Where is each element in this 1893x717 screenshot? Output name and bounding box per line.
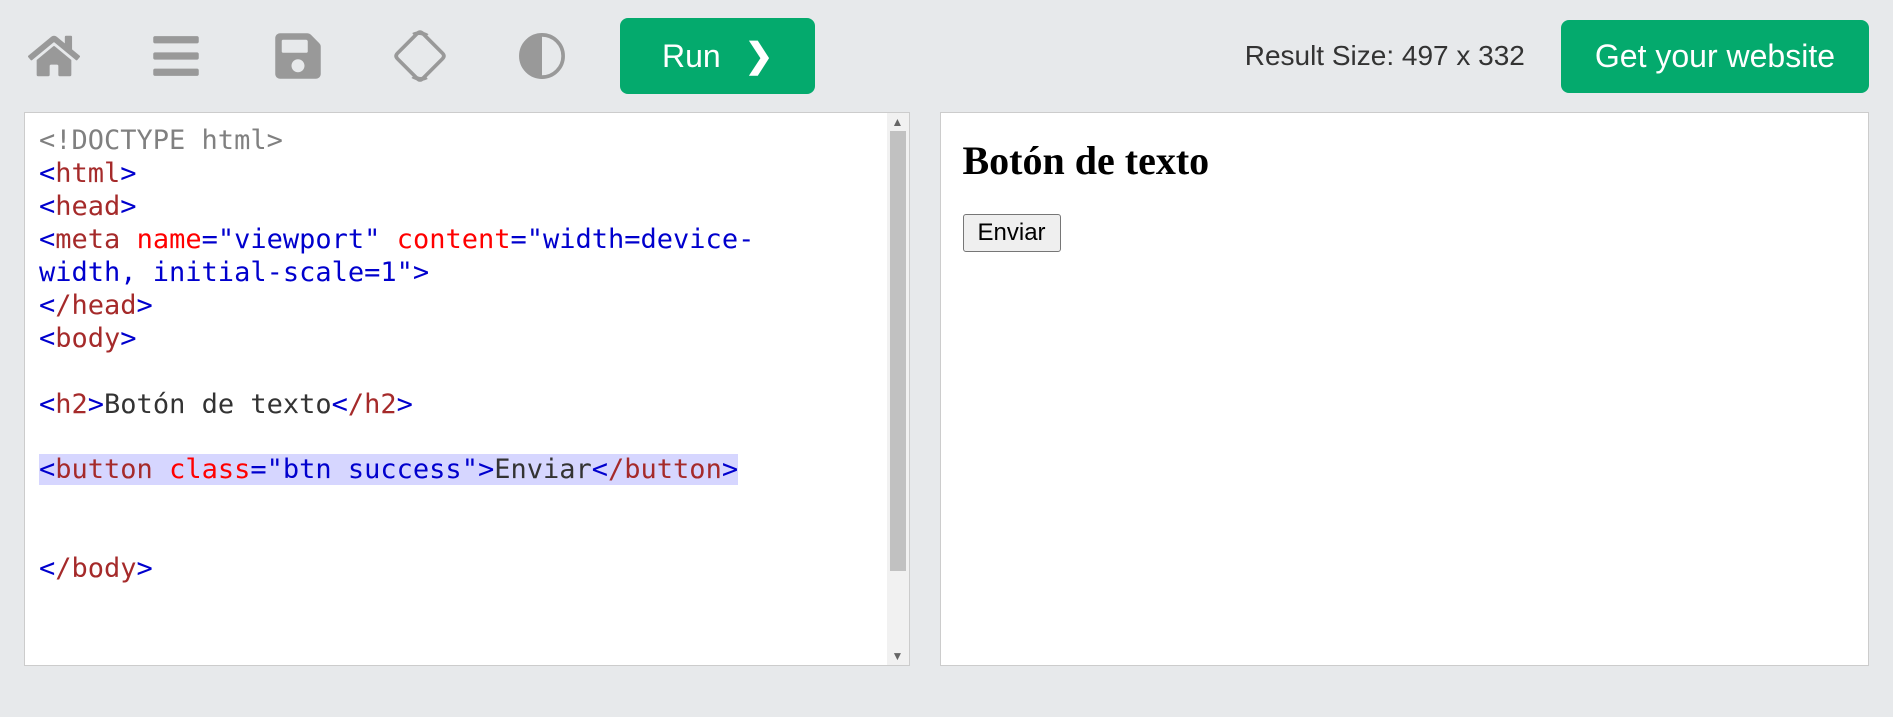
result-size-label: Result Size: 497 x 332: [1245, 40, 1525, 72]
editor-panel: <!DOCTYPE html> <html> <head> <meta name…: [24, 112, 910, 666]
scrollbar-up-icon[interactable]: ▲: [887, 113, 909, 131]
menu-icon[interactable]: [146, 26, 206, 86]
scrollbar-thumb[interactable]: [890, 131, 906, 571]
toolbar: Run ❯ Result Size: 497 x 332 Get your we…: [0, 0, 1893, 106]
get-website-button[interactable]: Get your website: [1561, 20, 1869, 93]
save-icon[interactable]: [268, 26, 328, 86]
result-panel: Botón de texto Enviar: [940, 112, 1870, 666]
toolbar-left: [24, 26, 572, 86]
scrollbar-down-icon[interactable]: ▼: [887, 647, 909, 665]
panels: <!DOCTYPE html> <html> <head> <meta name…: [0, 106, 1893, 690]
run-button[interactable]: Run ❯: [620, 18, 815, 94]
code-editor[interactable]: <!DOCTYPE html> <html> <head> <meta name…: [25, 113, 887, 665]
chevron-right-icon: ❯: [745, 36, 774, 76]
editor-scrollbar[interactable]: ▲ ▼: [887, 113, 909, 665]
run-button-label: Run: [662, 38, 721, 75]
result-heading: Botón de texto: [963, 137, 1847, 184]
result-submit-button[interactable]: Enviar: [963, 214, 1061, 252]
home-icon[interactable]: [24, 26, 84, 86]
toolbar-right: Result Size: 497 x 332 Get your website: [1245, 20, 1869, 93]
orientation-icon[interactable]: [390, 26, 450, 86]
theme-icon[interactable]: [512, 26, 572, 86]
